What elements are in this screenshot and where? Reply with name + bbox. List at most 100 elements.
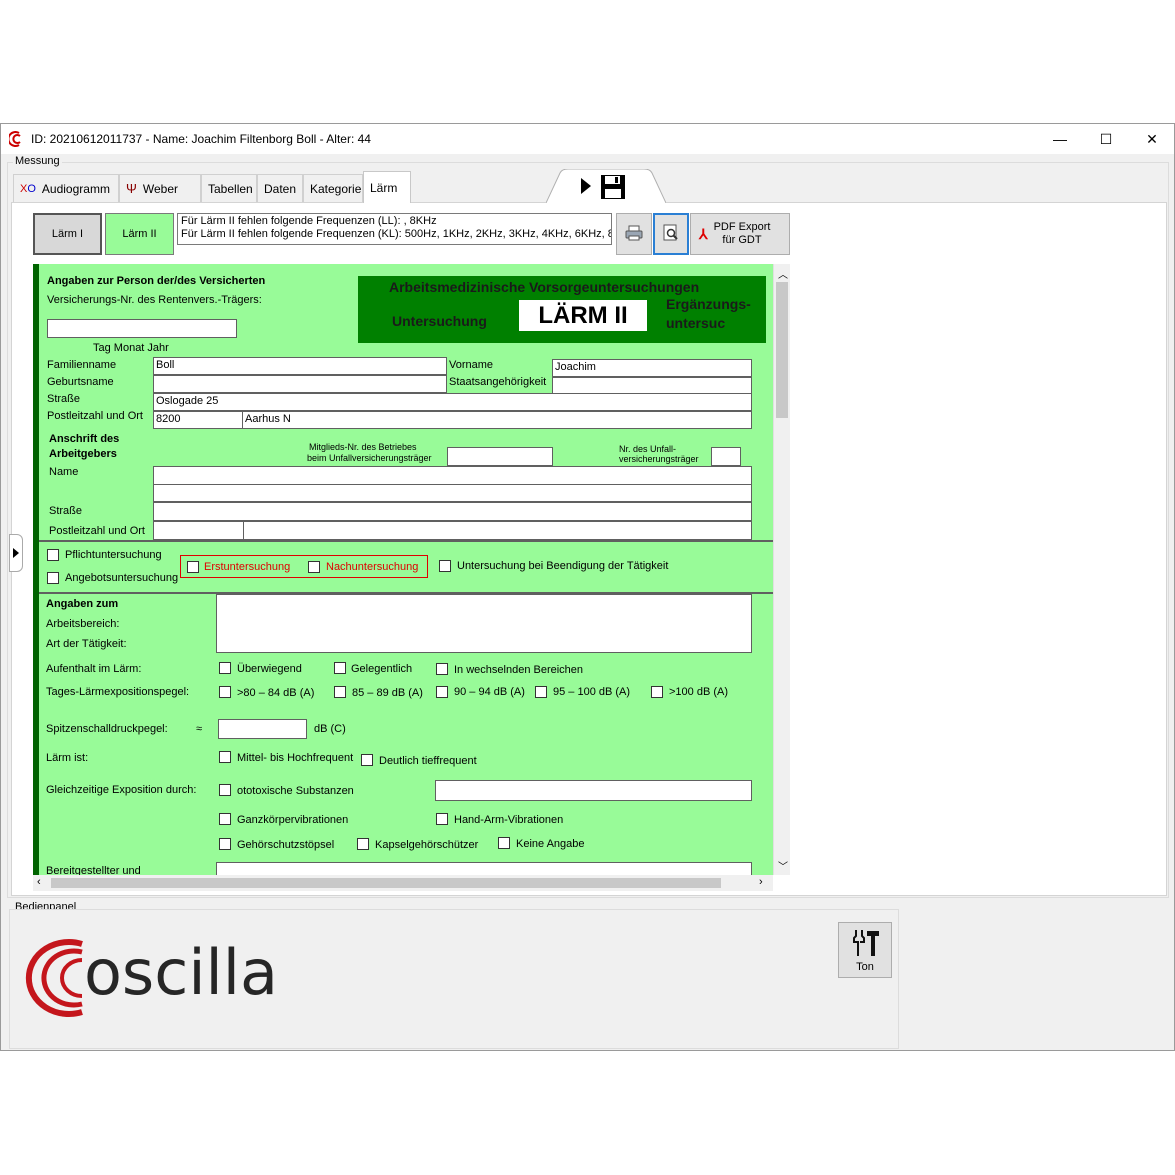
tab-label: Tabellen <box>208 181 253 196</box>
gelegentlich-checkbox[interactable] <box>334 662 346 674</box>
ag-strasse-label: Straße <box>49 505 83 517</box>
vertical-scroll-thumb[interactable] <box>776 282 788 418</box>
audiogram-icon: XO <box>20 182 36 195</box>
keine-checkbox[interactable] <box>498 837 510 849</box>
angebot-checkbox[interactable] <box>47 572 59 584</box>
tab-tabellen[interactable]: Tabellen <box>201 174 257 202</box>
familienname-field[interactable]: Boll <box>153 357 447 375</box>
form-vertical-scrollbar[interactable]: ︿ ﹀ <box>773 264 790 875</box>
print-button[interactable] <box>616 213 652 255</box>
preview-button[interactable] <box>653 213 689 255</box>
ototox-checkbox[interactable] <box>219 784 231 796</box>
db4-checkbox[interactable] <box>535 686 547 698</box>
db3-label: 90 – 94 dB (A) <box>454 686 525 698</box>
db2-label: 85 – 89 dB (A) <box>352 687 423 699</box>
erst-checkbox[interactable] <box>187 561 199 573</box>
tab-daten[interactable]: Daten <box>257 174 303 202</box>
strasse-field[interactable]: Oslogade 25 <box>153 393 752 411</box>
geburtsname-field[interactable] <box>153 375 447 393</box>
tab-label: Lärm <box>370 180 398 195</box>
wechselnd-checkbox[interactable] <box>436 663 448 675</box>
ag-name-field-1[interactable] <box>153 466 752 485</box>
kapsel-checkbox[interactable] <box>357 838 369 850</box>
tab-weber[interactable]: Ψ Weber <box>119 174 201 202</box>
beendigung-checkbox[interactable] <box>439 560 451 572</box>
versnr-input[interactable] <box>47 319 237 338</box>
spitzen-label: Spitzenschalldruckpegel: <box>46 723 168 735</box>
close-button[interactable]: ✕ <box>1129 124 1175 154</box>
tab-audiogramm[interactable]: XO Audiogramm <box>13 174 119 202</box>
ueberwiegend-checkbox[interactable] <box>219 662 231 674</box>
handarm-checkbox[interactable] <box>436 813 448 825</box>
ort-field[interactable]: Aarhus N <box>242 411 752 429</box>
pflicht-checkbox[interactable] <box>47 549 59 561</box>
plz-field[interactable]: 8200 <box>153 411 243 429</box>
laerm2-label: Lärm II <box>122 228 157 240</box>
beendigung-label: Untersuchung bei Beendigung der Tätigkei… <box>457 560 669 572</box>
unfall-field[interactable] <box>711 447 741 466</box>
gleichzeitig-label: Gleichzeitige Exposition durch: <box>46 784 197 796</box>
pdf-export-label: PDF Export für GDT <box>714 221 771 247</box>
laerm1-button[interactable]: Lärm I <box>33 213 102 255</box>
taetigkeit-field[interactable] <box>216 594 752 653</box>
mitglied-field[interactable] <box>447 447 553 466</box>
ag-ort-field[interactable] <box>243 521 752 540</box>
title-bar: ID: 20210612011737 - Name: Joachim Filte… <box>1 124 1174 154</box>
mittel-checkbox[interactable] <box>219 751 231 763</box>
db3-checkbox[interactable] <box>436 686 448 698</box>
scroll-right-icon[interactable]: › <box>759 876 763 888</box>
tab-kategorie[interactable]: Kategorie <box>303 174 363 202</box>
mitglied-label-1: Mitglieds-Nr. des Betriebes <box>309 442 417 452</box>
arbeitsbereich-label: Arbeitsbereich: <box>46 618 120 630</box>
scroll-left-icon[interactable]: ‹ <box>37 876 41 888</box>
tools-icon <box>850 928 880 961</box>
maximize-button[interactable]: ☐ <box>1083 124 1129 154</box>
spitzen-input[interactable] <box>218 719 307 739</box>
db4-label: 95 – 100 dB (A) <box>553 686 631 698</box>
info-line-2: Für Lärm II fehlen folgende Frequenzen (… <box>181 228 612 240</box>
side-expander-button[interactable] <box>9 534 23 572</box>
laerm2-form: Angaben zur Person der/des Versicherten … <box>33 264 773 875</box>
ueberwiegend-label: Überwiegend <box>237 663 302 675</box>
db2-checkbox[interactable] <box>334 686 346 698</box>
db1-checkbox[interactable] <box>219 686 231 698</box>
pdf-line-2: für GDT <box>722 234 762 246</box>
erst-label: Erstuntersuchung <box>204 561 291 573</box>
nach-checkbox[interactable] <box>308 561 320 573</box>
vorname-field[interactable]: Joachim <box>552 359 752 377</box>
header-ergaenzung-1: Ergänzungs- <box>666 296 751 312</box>
keine-label: Keine Angabe <box>516 838 585 850</box>
taetigkeit-label: Art der Tätigkeit: <box>46 638 127 650</box>
window-title: ID: 20210612011737 - Name: Joachim Filte… <box>31 132 371 146</box>
scroll-up-icon[interactable]: ︿ <box>778 266 788 281</box>
aufenthalt-label: Aufenthalt im Lärm: <box>46 663 142 675</box>
ganzkoerper-checkbox[interactable] <box>219 813 231 825</box>
db5-checkbox[interactable] <box>651 686 663 698</box>
gelegentlich-label: Gelegentlich <box>351 663 413 675</box>
tab-label: Kategorie <box>310 181 362 196</box>
form-horizontal-scrollbar[interactable]: ‹ › <box>33 875 773 891</box>
familienname-label: Familienname <box>47 359 117 371</box>
messung-group-label: Messung <box>13 155 62 167</box>
horizontal-scroll-thumb[interactable] <box>51 878 721 888</box>
ototox-input[interactable] <box>435 780 752 801</box>
laerm2-button[interactable]: Lärm II <box>105 213 174 255</box>
tief-checkbox[interactable] <box>361 754 373 766</box>
bereit-field[interactable] <box>216 862 752 875</box>
missing-frequencies-box: Für Lärm II fehlen folgende Frequenzen (… <box>177 213 612 245</box>
save-tab[interactable] <box>545 168 667 204</box>
stoepsel-checkbox[interactable] <box>219 838 231 850</box>
pdf-icon: ⅄ <box>699 225 708 242</box>
ag-strasse-field[interactable] <box>153 502 752 521</box>
ag-plz-field[interactable] <box>153 521 244 540</box>
ototox-label: ototoxische Substanzen <box>237 785 354 797</box>
ton-button[interactable]: Ton <box>838 922 892 978</box>
pdf-export-button[interactable]: ⅄ PDF Export für GDT <box>690 213 790 255</box>
wechselnd-label: In wechselnden Bereichen <box>454 664 584 676</box>
minimize-button[interactable]: — <box>1037 124 1083 154</box>
ag-name-field-2[interactable] <box>153 484 752 502</box>
scroll-down-icon[interactable]: ﹀ <box>778 858 788 873</box>
pdf-line-1: PDF Export <box>713 221 771 233</box>
tab-laerm[interactable]: Lärm <box>363 171 411 203</box>
app-window: ID: 20210612011737 - Name: Joachim Filte… <box>0 123 1175 1051</box>
